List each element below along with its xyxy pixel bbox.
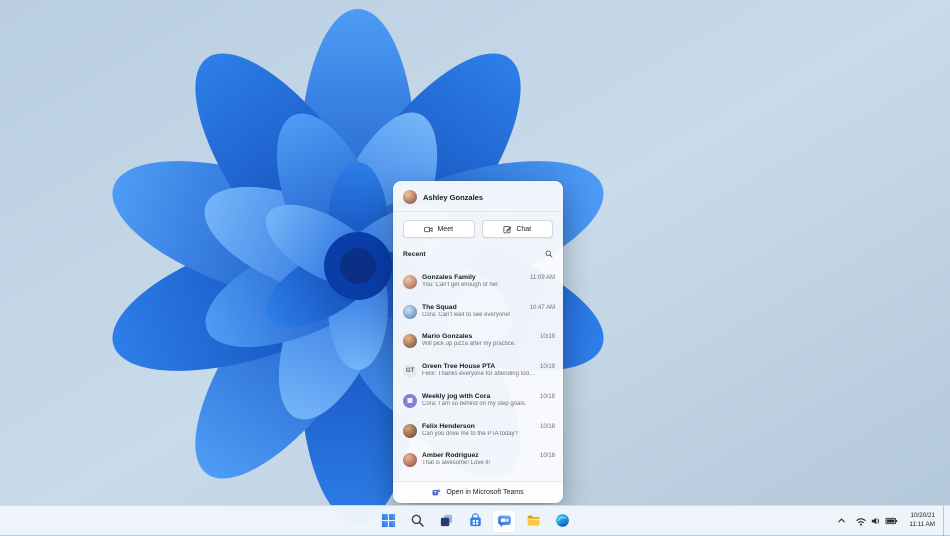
chevron-up-icon	[838, 518, 845, 523]
conversation-text: Green Tree House PTA Felix: Thanks every…	[422, 363, 535, 377]
volume-icon	[872, 517, 880, 524]
open-in-teams-button[interactable]: Open in Microsoft Teams	[393, 481, 563, 503]
recent-label: Recent	[403, 250, 426, 258]
conversation-text: The Squad Cora: Can't wait to see everyo…	[422, 304, 525, 318]
conversation-time: 10/19	[539, 334, 555, 341]
contact-avatar	[403, 453, 417, 468]
meet-button-label: Meet	[437, 225, 454, 233]
conversation-text: Felix Henderson Can you drive me to the …	[422, 423, 535, 437]
file-explorer-button[interactable]	[521, 509, 545, 533]
contact-avatar	[403, 274, 417, 289]
conversation-preview: Will pick up pizza after my practice.	[422, 341, 516, 348]
edge-button[interactable]	[550, 509, 574, 533]
teams-icon	[432, 489, 441, 496]
chat-list-item[interactable]: Mario Gonzales Will pick up pizza after …	[393, 330, 563, 351]
action-buttons-row: Meet Chat	[393, 212, 563, 246]
search-icon[interactable]	[545, 250, 553, 258]
network-icon	[856, 517, 867, 526]
chat-list-item[interactable]: GT Green Tree House PTA Felix: Thanks ev…	[393, 360, 563, 381]
user-avatar[interactable]	[403, 190, 417, 204]
conversation-name: Green Tree House PTA	[422, 363, 496, 370]
search-icon	[411, 514, 424, 527]
open-in-teams-label: Open in Microsoft Teams	[446, 489, 524, 496]
meet-button[interactable]: Meet	[403, 220, 475, 238]
chat-list-item[interactable]: The Squad Cora: Can't wait to see everyo…	[393, 301, 563, 322]
conversation-name: Gonzales Family	[422, 273, 476, 281]
task-view-button[interactable]	[434, 509, 458, 533]
conversation-name: Mario Gonzales	[422, 333, 473, 341]
edge-browser-icon	[555, 514, 569, 527]
conversation-name: Felix Henderson	[422, 422, 475, 430]
conversation-preview: Felix: Thanks everyone for attending tod…	[422, 371, 535, 377]
taskbar: 10/20/21 11:11 AM	[0, 505, 950, 536]
windows-logo-icon	[381, 513, 395, 528]
clock-time: 11:11 AM	[909, 520, 935, 528]
conversation-name: Amber Rodriguez	[422, 452, 479, 460]
flyout-header: Ashley Gonzales	[393, 181, 563, 211]
conversation-preview: Cora: Can't wait to see everyone!	[422, 311, 511, 318]
chat-list-item[interactable]: Felix Henderson Can you drive me to the …	[393, 420, 563, 441]
conversation-time: 10/18	[539, 453, 555, 460]
chat-list-item[interactable]: ▦ Weekly jog with Cora Cora: I am so beh…	[393, 390, 563, 411]
store-button[interactable]	[463, 509, 487, 533]
conversation-preview: You: Can't get enough of her.	[422, 281, 500, 288]
conversation-name: The Squad	[422, 303, 457, 311]
chat-button-label: Chat	[516, 225, 532, 233]
conversation-list: Gonzales Family You: Can't get enough of…	[393, 260, 563, 481]
quick-settings-button[interactable]	[850, 509, 903, 533]
conversation-text: Weekly jog with Cora Cora: I am so behin…	[422, 393, 535, 407]
taskbar-center-icons	[376, 508, 574, 533]
conversation-time: 10/19	[539, 364, 555, 370]
chat-button[interactable]: Chat	[481, 220, 553, 238]
system-tray: 10/20/21 11:11 AM	[832, 505, 947, 536]
task-view-icon	[440, 514, 452, 527]
contact-avatar	[403, 334, 417, 349]
microsoft-store-icon	[469, 513, 481, 527]
taskbar-search-button[interactable]	[405, 509, 429, 533]
battery-icon	[885, 517, 898, 524]
taskbar-clock[interactable]: 10/20/21 11:11 AM	[903, 509, 941, 533]
user-name: Ashley Gonzales	[423, 192, 484, 202]
conversation-preview: That is awesome! Love it!	[422, 460, 491, 467]
chat-list-item[interactable]: Amber Rodriguez That is awesome! Love it…	[393, 449, 563, 470]
compose-chat-icon	[503, 225, 512, 233]
conversation-preview: Can you drive me to the PTA today?	[422, 430, 518, 437]
conversation-time: 10/18	[539, 423, 555, 430]
video-camera-icon	[424, 226, 433, 232]
conversation-time: 10:47 AM	[529, 304, 555, 311]
teams-chat-flyout: Ashley Gonzales Meet Chat Recent Gonzale…	[393, 181, 563, 503]
chat-button-taskbar[interactable]	[492, 508, 516, 533]
contact-avatar: ▦	[403, 393, 417, 408]
contact-avatar	[403, 423, 417, 438]
show-desktop-button[interactable]	[943, 505, 947, 536]
start-button[interactable]	[376, 509, 400, 533]
conversation-time: 10/18	[539, 393, 555, 400]
clock-date: 10/20/21	[910, 511, 935, 519]
file-explorer-icon	[527, 515, 539, 526]
conversation-text: Mario Gonzales Will pick up pizza after …	[422, 333, 535, 347]
contact-avatar: GT	[403, 364, 417, 378]
contact-avatar	[403, 304, 417, 319]
conversation-name: Weekly jog with Cora	[422, 392, 491, 400]
conversation-time: 11:09 AM	[530, 274, 555, 281]
conversation-preview: Cora: I am so behind on my step goals.	[422, 400, 527, 407]
conversation-text: Amber Rodriguez That is awesome! Love it…	[422, 452, 535, 466]
teams-chat-icon	[497, 515, 511, 528]
conversation-text: Gonzales Family You: Can't get enough of…	[422, 274, 525, 288]
chat-list-item[interactable]: Gonzales Family You: Can't get enough of…	[393, 271, 563, 292]
recent-header-row: Recent	[393, 246, 563, 260]
hidden-icons-button[interactable]	[832, 509, 850, 533]
